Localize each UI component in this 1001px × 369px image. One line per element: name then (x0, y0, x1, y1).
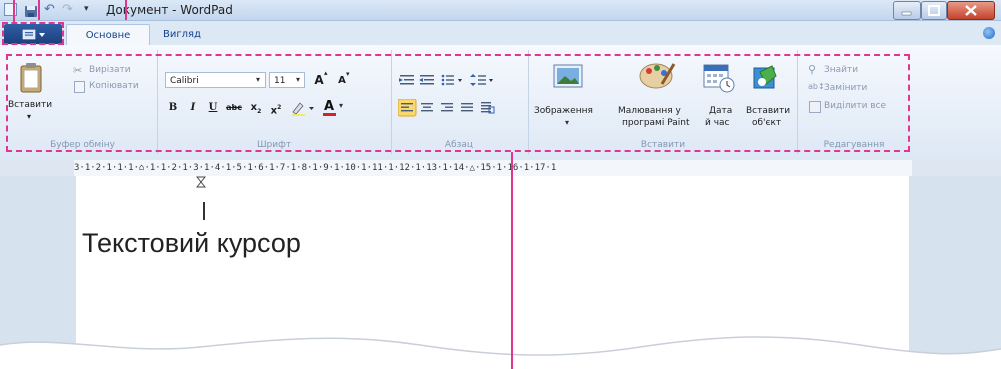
tab-view[interactable]: Вигляд (152, 24, 212, 45)
callout-line (125, 0, 127, 20)
undo-icon[interactable]: ↶ (44, 3, 58, 16)
callout-line (13, 0, 15, 22)
maximize-button[interactable] (921, 1, 947, 20)
ribbon-highlight (6, 54, 910, 152)
ribbon-tab-bar (0, 21, 1001, 46)
tab-home[interactable]: Основне (66, 24, 150, 46)
help-icon[interactable] (983, 27, 995, 39)
callout-line (38, 0, 40, 20)
callout-line (511, 152, 513, 369)
app-icon[interactable] (4, 3, 17, 16)
title-bar: ↶ ↷ ▾ Документ - WordPad (0, 0, 1001, 21)
torn-edge (0, 336, 1001, 369)
minimize-button[interactable] (893, 1, 921, 20)
save-icon[interactable] (24, 3, 38, 17)
text-cursor (203, 202, 205, 220)
redo-icon[interactable]: ↷ (62, 3, 76, 16)
close-button[interactable] (947, 1, 995, 20)
app-menu-highlight (2, 22, 64, 45)
customize-toolbar-icon[interactable]: ▾ (84, 3, 98, 16)
cursor-caption: Текстовий курсор (82, 228, 301, 258)
indent-marker-icon[interactable] (195, 173, 207, 188)
